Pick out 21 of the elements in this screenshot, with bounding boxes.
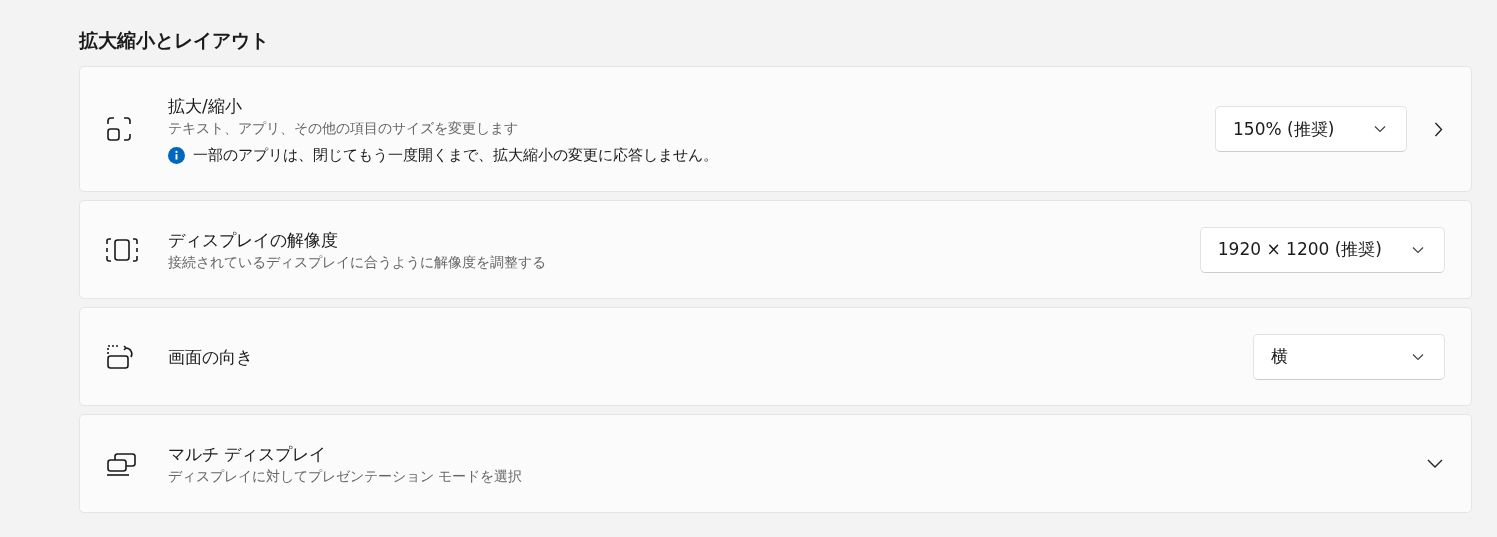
multiple-monitors-icon [106, 450, 138, 477]
dropdown[interactable]: 横 [1253, 333, 1445, 380]
setting-title: 拡大/縮小 [168, 94, 243, 118]
chevron-down-icon [1374, 125, 1386, 133]
scale-icon [106, 116, 132, 142]
setting-title: ディスプレイの解像度 [168, 228, 339, 252]
setting-description: 接続されているディスプレイに合うように解像度を調整する [168, 252, 547, 272]
dropdown[interactable]: 150% (推奨) [1215, 106, 1407, 152]
setting-description: テキスト、アプリ、その他の項目のサイズを変更します [168, 118, 519, 138]
chevron-down-icon [1412, 245, 1424, 254]
setting-title: マルチ ディスプレイ [168, 442, 328, 466]
chevron-right-icon[interactable] [1434, 121, 1443, 137]
info-icon [168, 146, 185, 164]
info-note: 一部のアプリは、閉じてもう一度開くまで、拡大縮小の変更に応答しません。 [193, 145, 718, 165]
resolution-icon [106, 236, 138, 263]
section-title: 拡大縮小とレイアウト [79, 28, 270, 53]
setting-description: ディスプレイに対してプレゼンテーション モードを選択 [168, 466, 524, 486]
setting-title: 画面の向き [168, 345, 254, 369]
chevron-down-icon [1412, 352, 1424, 361]
chevron-down-icon[interactable] [1427, 459, 1443, 468]
dropdown[interactable]: 1920 × 1200 (推奨) [1199, 226, 1445, 273]
